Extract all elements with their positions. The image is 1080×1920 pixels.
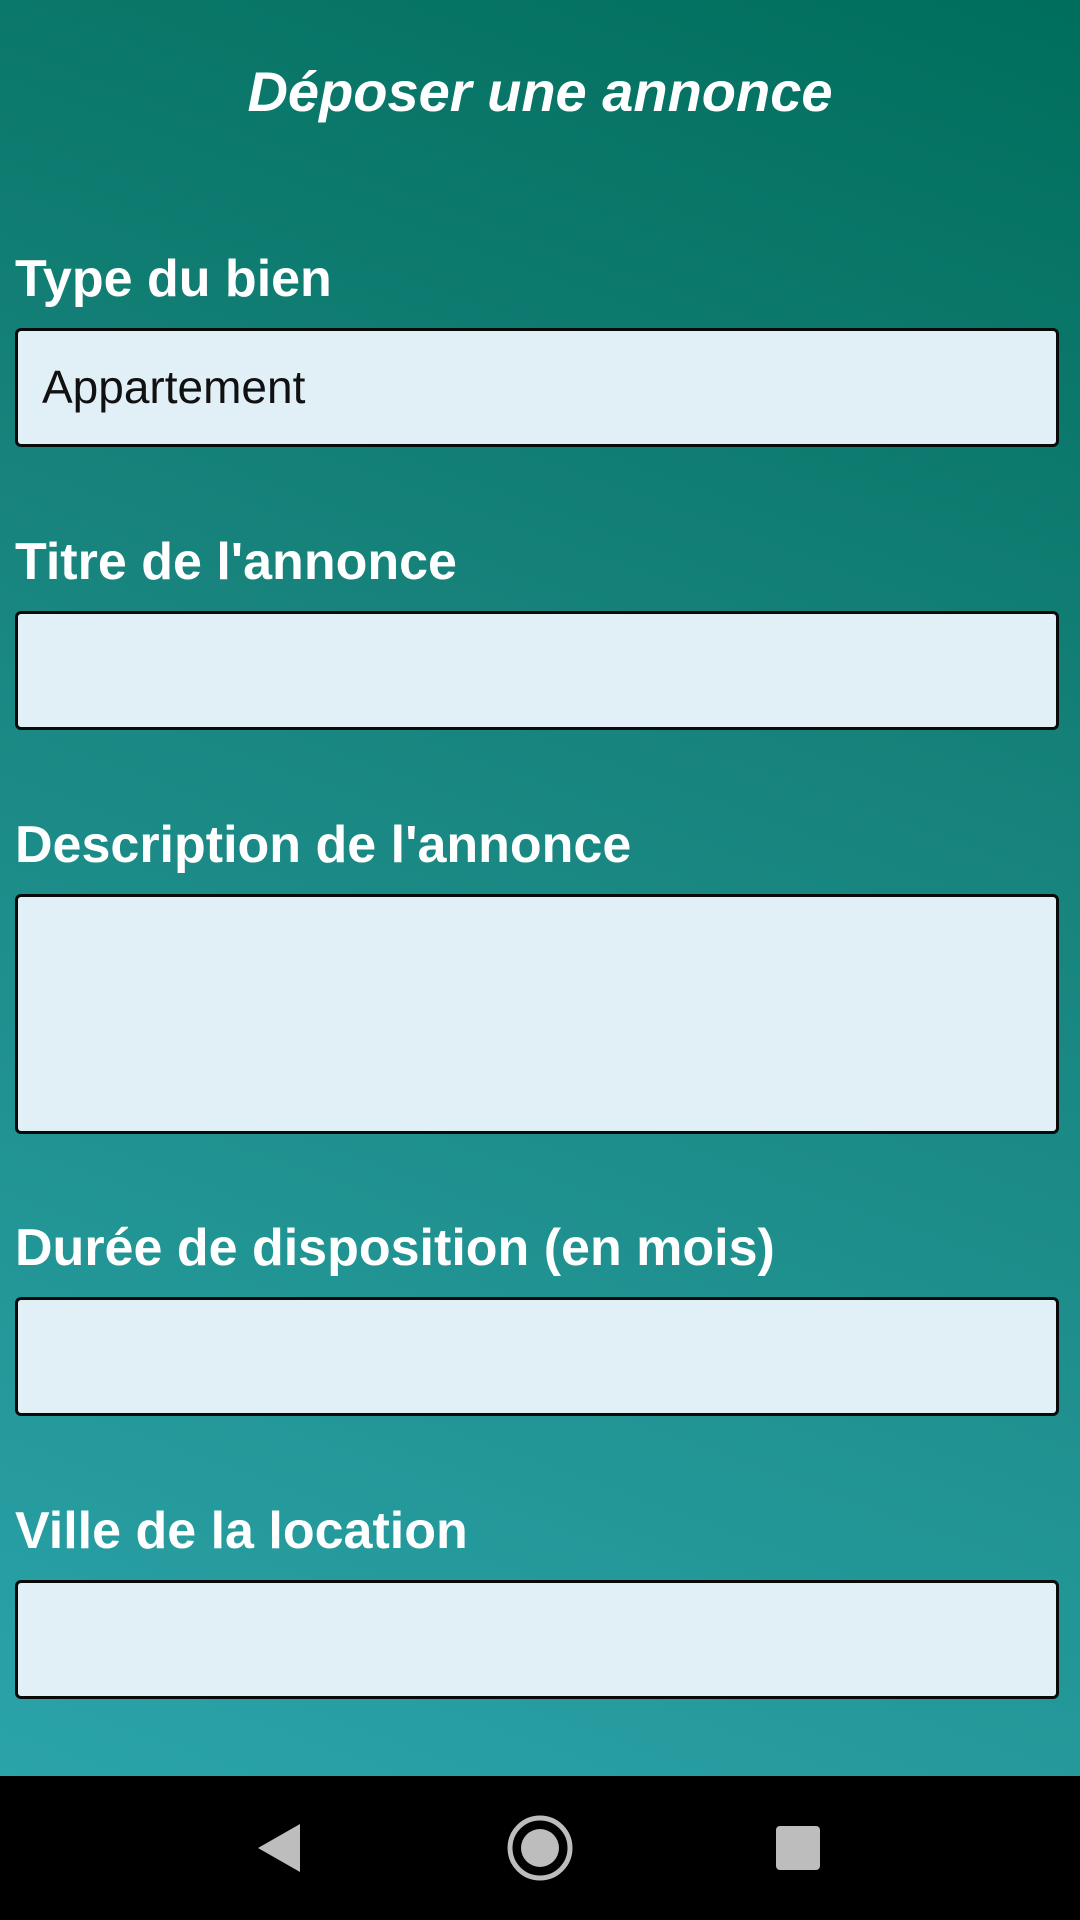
home-circle-icon: [507, 1815, 573, 1881]
description-label: Description de l'annonce: [15, 816, 632, 874]
titre-field[interactable]: [15, 611, 1059, 730]
duree-label: Durée de disposition (en mois): [15, 1219, 775, 1277]
recents-square-icon: [776, 1826, 820, 1870]
type-field[interactable]: Appartement: [15, 328, 1059, 447]
ville-label: Ville de la location: [15, 1502, 468, 1560]
type-label: Type du bien: [15, 250, 332, 308]
home-button[interactable]: [500, 1808, 580, 1888]
titre-label: Titre de l'annonce: [15, 533, 457, 591]
form-screen: Déposer une annonce Type du bien Apparte…: [0, 0, 1080, 1776]
navigation-bar: [0, 1776, 1080, 1920]
page-title: Déposer une annonce: [247, 60, 833, 123]
back-button[interactable]: [240, 1808, 320, 1888]
back-triangle-icon: [258, 1824, 300, 1872]
duree-field[interactable]: [15, 1297, 1059, 1416]
recents-button[interactable]: [758, 1808, 838, 1888]
description-field[interactable]: [15, 894, 1059, 1134]
ville-field[interactable]: [15, 1580, 1059, 1699]
screen: Déposer une annonce Type du bien Apparte…: [0, 0, 1080, 1920]
